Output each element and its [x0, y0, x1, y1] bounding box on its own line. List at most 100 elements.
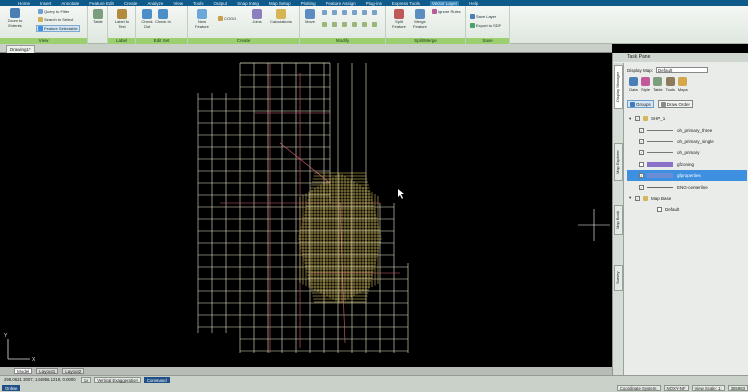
layer-group[interactable]: ▾ ✓ SHP_1: [627, 113, 747, 124]
split-feature-button[interactable]: Split Feature: [390, 9, 408, 29]
map-canvas[interactable]: Y X: [0, 53, 612, 367]
save-layer-button[interactable]: Save Layer: [470, 14, 496, 19]
ribbon-tab[interactable]: View: [173, 1, 183, 6]
remove-vertex-icon[interactable]: [342, 22, 347, 27]
merge-feature-button[interactable]: Merge Feature: [410, 9, 430, 29]
ribbon-tab[interactable]: Output: [214, 1, 228, 6]
ribbon-tab[interactable]: Insert: [40, 1, 51, 6]
ribbon-tab[interactable]: Map Setup: [269, 1, 291, 6]
tab-map-book[interactable]: Map Book: [614, 205, 623, 235]
ribbon-tab[interactable]: Tools: [193, 1, 204, 6]
layer-visibility-checkbox[interactable]: ✓: [639, 138, 644, 144]
style-button[interactable]: Style: [641, 77, 650, 92]
swatch-fill: [647, 129, 673, 131]
stretch-icon[interactable]: [372, 22, 377, 27]
data-button[interactable]: Data: [629, 77, 638, 92]
expand-icon[interactable]: ▾: [629, 195, 634, 201]
ribbon-tab[interactable]: Analyze: [147, 1, 163, 6]
display-map-select[interactable]: Default: [656, 67, 709, 73]
ribbon-tab[interactable]: Feature Edit: [89, 1, 114, 6]
draw-order-button[interactable]: Draw Order: [657, 100, 694, 108]
expand-icon[interactable]: ▾: [629, 116, 634, 122]
check-out-button[interactable]: Check Out: [139, 9, 155, 29]
style-icon: [641, 77, 650, 86]
layer-visibility-checkbox[interactable]: ✓: [635, 116, 640, 122]
ribbon-tab[interactable]: Help: [469, 1, 478, 6]
layer-item[interactable]: ✓ oh_primary: [627, 147, 747, 158]
layer-item[interactable]: ✓ oh_primary_single: [627, 136, 747, 147]
ribbon-tab[interactable]: Plug-ins: [366, 1, 382, 6]
save-icon: [470, 14, 475, 19]
layer-item[interactable]: gfzoning: [627, 159, 747, 170]
move-button[interactable]: Move: [303, 9, 317, 25]
split-icon: [394, 9, 404, 19]
check-in-button[interactable]: Check In: [155, 9, 171, 25]
ribbon-tab[interactable]: Vector Layer: [429, 0, 460, 6]
layer-item[interactable]: ✓ ENG-centerline: [627, 181, 747, 192]
layer-item[interactable]: Default: [627, 204, 747, 215]
feature-selectable-toggle[interactable]: Feature Selectable: [36, 25, 80, 32]
tab-display-manager[interactable]: Display Manager: [614, 65, 623, 109]
layer-item[interactable]: ✓ oh_primary_three: [627, 124, 747, 135]
label-to-text-button[interactable]: Label to Text: [112, 9, 132, 29]
offset-icon[interactable]: [372, 10, 377, 15]
layer-name: oh_primary: [677, 150, 700, 156]
scale-icon[interactable]: [332, 10, 337, 15]
table-button[interactable]: Table: [91, 9, 105, 25]
rotate-icon[interactable]: [322, 10, 327, 15]
ignore-rules-toggle[interactable]: Ignore Rules: [432, 9, 461, 14]
groups-button[interactable]: Groups: [627, 100, 654, 108]
layer-visibility-checkbox[interactable]: [639, 161, 644, 167]
copy-icon[interactable]: [342, 10, 347, 15]
new-feature-button[interactable]: New Feature: [192, 9, 212, 29]
add-vertex-icon[interactable]: [332, 22, 337, 27]
query-to-filter-button[interactable]: Query to Filter: [38, 9, 69, 14]
zoom-toggle[interactable]: 1x: [80, 377, 92, 383]
layout-tabs: Model Layout1 Layout2: [0, 367, 612, 375]
document-tab[interactable]: Drawing1*: [6, 45, 35, 53]
export-to-sdf-button[interactable]: Export to SDF: [470, 23, 501, 28]
search-to-select-button[interactable]: Search to Select: [38, 17, 73, 22]
mirror-icon[interactable]: [362, 10, 367, 15]
ribbon-tab[interactable]: Feature Assign: [326, 1, 356, 6]
layer-visibility-checkbox[interactable]: ✓: [635, 195, 640, 201]
table-pane-button[interactable]: Table: [653, 77, 663, 92]
ribbon-panel-table: Table: [88, 6, 108, 44]
ribbon-tab[interactable]: Create: [124, 1, 138, 6]
check-in-icon: [158, 9, 168, 19]
layer-visibility-checkbox[interactable]: ✓: [639, 184, 644, 190]
layout-tab[interactable]: Layout2: [62, 368, 85, 374]
layer-visibility-checkbox[interactable]: ✓: [639, 173, 644, 179]
calculations-button[interactable]: Calculations: [266, 9, 296, 25]
trim-icon[interactable]: [352, 22, 357, 27]
coordinate-system-value[interactable]: NOXY-NF: [663, 385, 689, 391]
layer-item[interactable]: ✓ gfproperties: [627, 169, 747, 182]
layer-visibility-checkbox[interactable]: ✓: [639, 150, 644, 156]
layer-visibility-checkbox[interactable]: [657, 207, 662, 213]
joins-icon: [252, 9, 262, 19]
cogo-dropdown[interactable]: COGO: [218, 16, 236, 21]
ribbon-tab[interactable]: Home: [18, 1, 30, 6]
vertical-exaggeration[interactable]: Vertical Exaggeration: [94, 377, 141, 383]
extend-icon[interactable]: [362, 22, 367, 27]
query-icon: [38, 9, 43, 14]
view-scale-value[interactable]: 355983: [727, 385, 748, 391]
ribbon-tab[interactable]: Plotting: [301, 1, 316, 6]
vertex-icon[interactable]: [322, 22, 327, 27]
layer-group[interactable]: ▾ ✓ Map Base: [627, 193, 747, 204]
zoom-to-extents-button[interactable]: Zoom to Extents: [4, 8, 26, 28]
ribbon-tab[interactable]: Snap Integ: [237, 1, 259, 6]
layout-tab[interactable]: Layout1: [36, 368, 59, 374]
tools-button[interactable]: Tools: [666, 77, 675, 92]
joins-button[interactable]: Joins: [250, 9, 264, 25]
layer-visibility-checkbox[interactable]: ✓: [639, 127, 644, 133]
delete-icon[interactable]: [352, 10, 357, 15]
ribbon-tab[interactable]: Annotate: [61, 1, 79, 6]
command-line[interactable]: Command: [143, 377, 170, 383]
tab-map-explorer[interactable]: Map Explorer: [614, 143, 623, 181]
online-status[interactable]: Online: [2, 385, 21, 391]
tab-survey[interactable]: Survey: [614, 265, 623, 291]
maps-button[interactable]: Maps: [678, 77, 688, 92]
layout-tab[interactable]: Model: [14, 368, 33, 374]
ribbon-tab[interactable]: Express Tools: [392, 1, 420, 6]
